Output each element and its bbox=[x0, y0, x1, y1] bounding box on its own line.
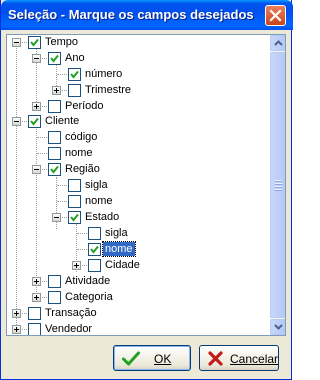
tree-item-label[interactable]: Cidade bbox=[103, 258, 142, 272]
check-icon bbox=[122, 351, 140, 366]
checkbox-estado[interactable] bbox=[68, 211, 81, 224]
fields-tree-view[interactable]: Tempo Ano número Trimestre Período Clien… bbox=[6, 34, 286, 336]
collapse-toggle[interactable] bbox=[32, 54, 41, 63]
tree-line bbox=[36, 121, 37, 294]
expand-toggle[interactable] bbox=[32, 102, 41, 111]
scroll-up-button[interactable] bbox=[270, 35, 285, 51]
checkbox-cidade[interactable] bbox=[88, 259, 101, 272]
tree-item-label[interactable]: sigla bbox=[103, 226, 130, 240]
checkbox-periodo[interactable] bbox=[48, 100, 61, 113]
scrollbar-thumb[interactable] bbox=[270, 52, 285, 318]
tree-item-label-selected[interactable]: nome bbox=[102, 241, 136, 257]
tree-item-label[interactable]: nome bbox=[83, 194, 115, 208]
ok-button[interactable]: OK bbox=[113, 345, 191, 371]
tree-item-label[interactable]: sigla bbox=[83, 178, 110, 192]
checkbox-vendedor[interactable] bbox=[28, 323, 41, 335]
expand-toggle[interactable] bbox=[32, 293, 41, 302]
checkbox-trimestre[interactable] bbox=[68, 84, 81, 97]
expand-toggle[interactable] bbox=[12, 309, 21, 318]
tree-item-label[interactable]: Vendedor bbox=[43, 322, 94, 335]
cancel-button[interactable]: Cancelar bbox=[199, 345, 279, 371]
tree-line bbox=[16, 42, 17, 331]
checkbox-estado-nome[interactable] bbox=[88, 243, 101, 256]
cancel-x-icon bbox=[208, 351, 223, 366]
collapse-toggle[interactable] bbox=[32, 165, 41, 174]
checkbox-transacao[interactable] bbox=[28, 307, 41, 320]
title-bar[interactable]: Seleção - Marque os campos desejados bbox=[1, 0, 293, 30]
expand-toggle[interactable] bbox=[52, 86, 61, 95]
checkbox-cliente[interactable] bbox=[28, 115, 41, 128]
checkbox-regiao[interactable] bbox=[48, 163, 61, 176]
tree-item-label[interactable]: código bbox=[63, 130, 99, 144]
check-icon bbox=[70, 213, 79, 222]
vertical-scrollbar[interactable] bbox=[270, 35, 285, 335]
checkbox-codigo[interactable] bbox=[48, 131, 61, 144]
tree-item-label[interactable]: Período bbox=[63, 99, 106, 113]
collapse-toggle[interactable] bbox=[12, 38, 21, 47]
check-icon bbox=[50, 165, 59, 174]
tree-content: Tempo Ano número Trimestre Período Clien… bbox=[7, 35, 270, 335]
check-icon bbox=[30, 117, 39, 126]
expand-toggle[interactable] bbox=[32, 277, 41, 286]
grip-line bbox=[275, 189, 282, 191]
check-icon bbox=[90, 245, 99, 254]
tree-item-label[interactable]: Região bbox=[63, 162, 102, 176]
expand-toggle[interactable] bbox=[12, 325, 21, 334]
collapse-toggle[interactable] bbox=[12, 117, 21, 126]
tree-item-label[interactable]: nome bbox=[63, 146, 95, 160]
chevron-up-icon bbox=[274, 40, 283, 46]
grip-line bbox=[275, 183, 282, 185]
checkbox-atividade[interactable] bbox=[48, 275, 61, 288]
check-icon bbox=[50, 54, 59, 63]
window-title: Seleção - Marque os campos desejados bbox=[8, 7, 254, 22]
checkbox-ano[interactable] bbox=[48, 52, 61, 65]
tree-item-label[interactable]: Ano bbox=[63, 51, 87, 65]
check-icon bbox=[30, 38, 39, 47]
grip-line bbox=[275, 186, 282, 188]
dialog-window: Seleção - Marque os campos desejados Tem… bbox=[0, 0, 293, 380]
close-icon bbox=[269, 9, 282, 22]
collapse-toggle[interactable] bbox=[52, 213, 61, 222]
tree-item-label[interactable]: Transação bbox=[43, 306, 99, 320]
checkbox-regiao-nome[interactable] bbox=[68, 195, 81, 208]
expand-toggle[interactable] bbox=[72, 261, 81, 270]
checkbox-tempo[interactable] bbox=[28, 36, 41, 49]
checkbox-categoria[interactable] bbox=[48, 291, 61, 304]
grip-line bbox=[275, 180, 282, 182]
tree-item-label[interactable]: número bbox=[83, 67, 124, 81]
cancel-button-label: Cancelar bbox=[230, 352, 279, 366]
checkbox-numero[interactable] bbox=[68, 68, 81, 81]
tree-item-label[interactable]: Trimestre bbox=[83, 83, 133, 97]
check-icon bbox=[70, 70, 79, 79]
tree-item-label[interactable]: Cliente bbox=[43, 114, 81, 128]
chevron-down-icon bbox=[274, 324, 283, 330]
scroll-down-button[interactable] bbox=[270, 319, 285, 335]
ok-button-label: OK bbox=[154, 352, 172, 366]
close-button[interactable] bbox=[265, 5, 286, 26]
tree-item-label[interactable]: Atividade bbox=[63, 274, 112, 288]
checkbox-estado-sigla[interactable] bbox=[88, 227, 101, 240]
checkbox-nome[interactable] bbox=[48, 147, 61, 160]
tree-item-label[interactable]: Estado bbox=[83, 210, 121, 224]
tree-item-label[interactable]: Categoria bbox=[63, 290, 115, 304]
tree-item-label[interactable]: Tempo bbox=[43, 35, 80, 49]
checkbox-regiao-sigla[interactable] bbox=[68, 179, 81, 192]
